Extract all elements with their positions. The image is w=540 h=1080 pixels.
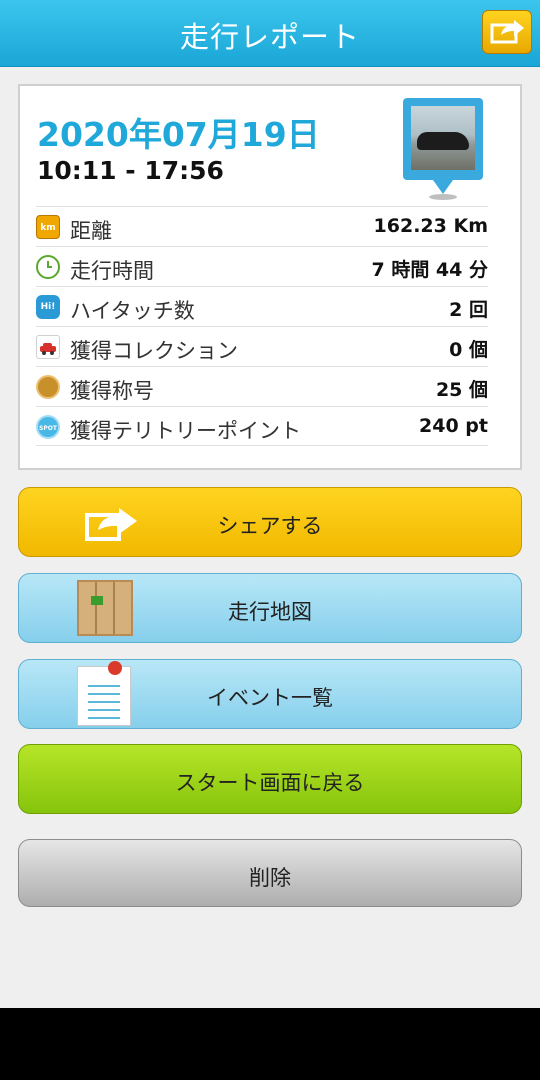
stat-label: 走行時間 xyxy=(70,259,154,283)
pin-shadow xyxy=(429,194,457,200)
stat-label: 獲得テリトリーポイント xyxy=(70,419,301,443)
pushpin-icon xyxy=(108,661,122,675)
clock-icon xyxy=(36,255,60,279)
collection-car-icon xyxy=(36,335,60,359)
report-date: 2020年07月19日 xyxy=(37,115,320,154)
stat-row-high-touch: Hi! ハイタッチ数 2 回 xyxy=(36,286,488,326)
car-icon xyxy=(417,132,469,150)
car-photo xyxy=(411,106,475,170)
stat-label: ハイタッチ数 xyxy=(70,299,195,323)
stat-row-titles: 獲得称号 25 個 xyxy=(36,366,488,406)
stat-row-distance: km 距離 162.23 Km xyxy=(36,206,488,246)
list-line xyxy=(88,717,120,719)
header-share-button[interactable] xyxy=(482,10,532,54)
stat-value: 25 個 xyxy=(435,379,488,401)
app-header: 走行レポート xyxy=(0,0,540,67)
stat-label: 獲得称号 xyxy=(70,379,154,403)
stat-label: 距離 xyxy=(70,219,112,243)
share-button-label: シェアする xyxy=(217,514,323,538)
stat-value: 0 個 xyxy=(449,339,488,361)
pin-pointer-icon xyxy=(433,180,453,194)
hand-icon: Hi! xyxy=(36,295,60,319)
car-photo-pin[interactable] xyxy=(403,98,483,200)
share-button[interactable]: シェアする xyxy=(18,487,522,557)
event-list-button[interactable]: イベント一覧 xyxy=(18,659,522,729)
delete-button[interactable]: 削除 xyxy=(18,839,522,907)
stats-list: km 距離 162.23 Km 走行時間 7 時間 44 分 Hi! ハイタッチ… xyxy=(36,206,488,446)
spot-icon: SPOT xyxy=(36,415,60,439)
stat-value: 7 時間 44 分 xyxy=(371,259,488,281)
stat-row-drive-time: 走行時間 7 時間 44 分 xyxy=(36,246,488,286)
stat-value: 2 回 xyxy=(449,299,488,321)
drive-map-button-label: 走行地図 xyxy=(228,600,312,624)
drive-map-button[interactable]: 走行地図 xyxy=(18,573,522,643)
title-badge-icon xyxy=(36,375,60,399)
stat-value: 162.23 Km xyxy=(373,215,488,237)
stat-row-collection: 獲得コレクション 0 個 xyxy=(36,326,488,366)
stat-row-territory-points: SPOT 獲得テリトリーポイント 240 pt xyxy=(36,406,488,446)
event-list-button-label: イベント一覧 xyxy=(207,686,333,710)
stat-value: 240 pt xyxy=(419,415,488,437)
report-card: 2020年07月19日 10:11 - 17:56 km 距離 162.23 K… xyxy=(18,84,522,470)
km-icon: km xyxy=(36,215,60,239)
report-time-range: 10:11 - 17:56 xyxy=(37,156,224,185)
back-to-start-button[interactable]: スタート画面に戻る xyxy=(18,744,522,814)
delete-button-label: 削除 xyxy=(249,866,291,890)
system-nav-bar xyxy=(0,1008,540,1080)
stat-label: 獲得コレクション xyxy=(70,339,238,363)
back-to-start-button-label: スタート画面に戻る xyxy=(175,771,365,795)
share-arrow-icon xyxy=(490,20,524,44)
page-title: 走行レポート xyxy=(179,20,360,54)
